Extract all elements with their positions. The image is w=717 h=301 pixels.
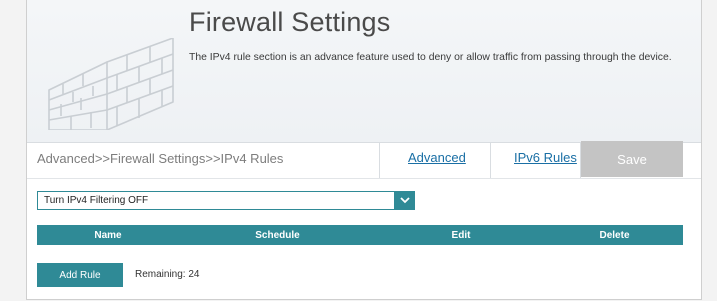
column-header-edit: Edit [451,229,471,241]
column-header-schedule: Schedule [255,229,300,241]
column-header-delete: Delete [599,229,630,241]
save-button[interactable]: Save [581,141,683,177]
chevron-down-icon[interactable] [394,190,415,210]
brick-wall-icon [48,38,174,130]
page-header: Firewall Settings The IPv4 rule section … [27,0,701,143]
toolbar-divider [27,178,701,179]
ipv6-rules-link[interactable]: IPv6 Rules [514,150,577,165]
rules-table-header: Name Schedule Edit Delete [37,225,683,245]
remaining-count: Remaining: 24 [135,269,200,280]
add-rule-button[interactable]: Add Rule [37,263,123,287]
page-frame: Firewall Settings The IPv4 rule section … [26,0,702,300]
advanced-link[interactable]: Advanced [408,150,466,165]
page-title: Firewall Settings [189,7,391,37]
column-header-name: Name [94,229,122,241]
toolbar-divider [379,142,380,178]
ipv4-filtering-value: Turn IPv4 Filtering OFF [44,195,149,206]
breadcrumb: Advanced>>Firewall Settings>>IPv4 Rules [37,151,284,166]
toolbar-divider [490,142,491,178]
page-description: The IPv4 rule section is an advance feat… [189,52,672,63]
ipv4-filtering-select[interactable]: Turn IPv4 Filtering OFF [37,190,415,210]
